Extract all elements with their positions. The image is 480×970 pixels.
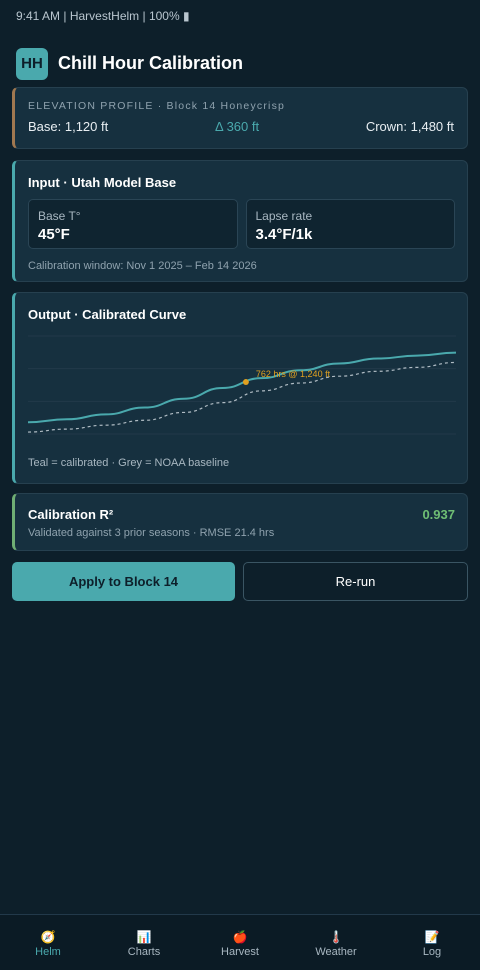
nav-label-helm: Helm <box>35 945 61 958</box>
nav-item-harvest[interactable]: 🍎 Harvest <box>192 915 288 970</box>
calibration-window: Calibration window: Nov 1 2025 – Feb 14 … <box>28 260 257 272</box>
status-text: 9:41 AM | HarvestHelm | 100% ▮ <box>16 9 190 23</box>
input-title: Input · Utah Model Base <box>28 175 177 190</box>
output-title: Output · Calibrated Curve <box>28 307 187 322</box>
bar-chart-icon: 📊 <box>136 929 152 944</box>
calibrated-curve-chart: 762 hrs @ 1,240 ft <box>28 330 456 448</box>
page-title: Chill Hour Calibration <box>58 53 244 73</box>
base-temp-value: 45°F <box>38 226 70 243</box>
nav-item-weather[interactable]: 🌡️ Weather <box>288 915 384 970</box>
rerun-button[interactable]: Re-run <box>243 562 468 601</box>
elevation-profile-card: ELEVATION PROFILE · Block 14 Honeycrisp … <box>12 87 468 149</box>
r2-row: Calibration R² 0.937 <box>28 507 455 522</box>
series-line-calibrated <box>28 351 456 424</box>
calibration-r2-card: Calibration R² 0.937 Validated against 3… <box>12 493 468 551</box>
app-logo: HH <box>16 47 48 80</box>
base-temp-label: Base T° <box>38 209 81 223</box>
lapse-rate-label: Lapse rate <box>255 209 313 223</box>
nav-label-harvest: Harvest <box>221 945 259 958</box>
nav-item-charts[interactable]: 📊 Charts <box>96 915 192 970</box>
chart-legend-note: Teal = calibrated · Grey = NOAA baseline <box>28 457 230 469</box>
elevation-base: Base: 1,120 ft <box>28 119 109 134</box>
lapse-rate-field[interactable]: Lapse rate 3.4°F/1k <box>245 199 455 249</box>
lapse-rate-value: 3.4°F/1k <box>255 226 313 243</box>
memo-icon: 📝 <box>424 929 440 944</box>
compass-icon: 🧭 <box>40 929 56 944</box>
marker-label: 762 hrs @ 1,240 ft <box>256 369 331 379</box>
r2-value: 0.937 <box>422 507 455 522</box>
input-card: Input · Utah Model Base Base T° 45°F Lap… <box>12 160 468 282</box>
elevation-row: Base: 1,120 ft Δ 360 ft Crown: 1,480 ft <box>28 119 454 134</box>
nav-label-weather: Weather <box>315 945 357 958</box>
elevation-delta: Δ 360 ft <box>214 119 260 134</box>
nav-item-helm[interactable]: 🧭 Helm <box>0 915 96 970</box>
elevation-crown: Crown: 1,480 ft <box>365 119 454 134</box>
r2-title: Calibration R² <box>28 507 114 522</box>
apply-button[interactable]: Apply to Block 14 <box>12 562 235 601</box>
base-temp-field[interactable]: Base T° 45°F <box>28 199 238 249</box>
status-bar: 9:41 AM | HarvestHelm | 100% ▮ <box>0 0 480 32</box>
nav-item-log[interactable]: 📝 Log <box>384 915 480 970</box>
elevation-profile-label: ELEVATION PROFILE · Block 14 Honeycrisp <box>28 100 286 112</box>
nav-label-charts: Charts <box>127 945 161 958</box>
apple-icon: 🍎 <box>232 929 248 944</box>
output-card: Output · Calibrated Curve 762 hrs @ 1,24… <box>12 292 468 484</box>
r2-subtitle: Validated against 3 prior seasons · RMSE… <box>28 527 275 539</box>
series-line-baseline <box>28 361 456 433</box>
calibration-marker <box>242 379 249 386</box>
app-header: HH Chill Hour Calibration <box>0 32 480 86</box>
chart-svg: 762 hrs @ 1,240 ft <box>28 335 456 435</box>
nav-label-log: Log <box>422 945 442 958</box>
thermometer-icon: 🌡️ <box>328 929 344 944</box>
bottom-nav: 🧭 Helm 📊 Charts 🍎 Harvest 🌡️ Weather 📝 L… <box>0 914 480 970</box>
input-fields: Base T° 45°F Lapse rate 3.4°F/1k <box>28 199 455 249</box>
